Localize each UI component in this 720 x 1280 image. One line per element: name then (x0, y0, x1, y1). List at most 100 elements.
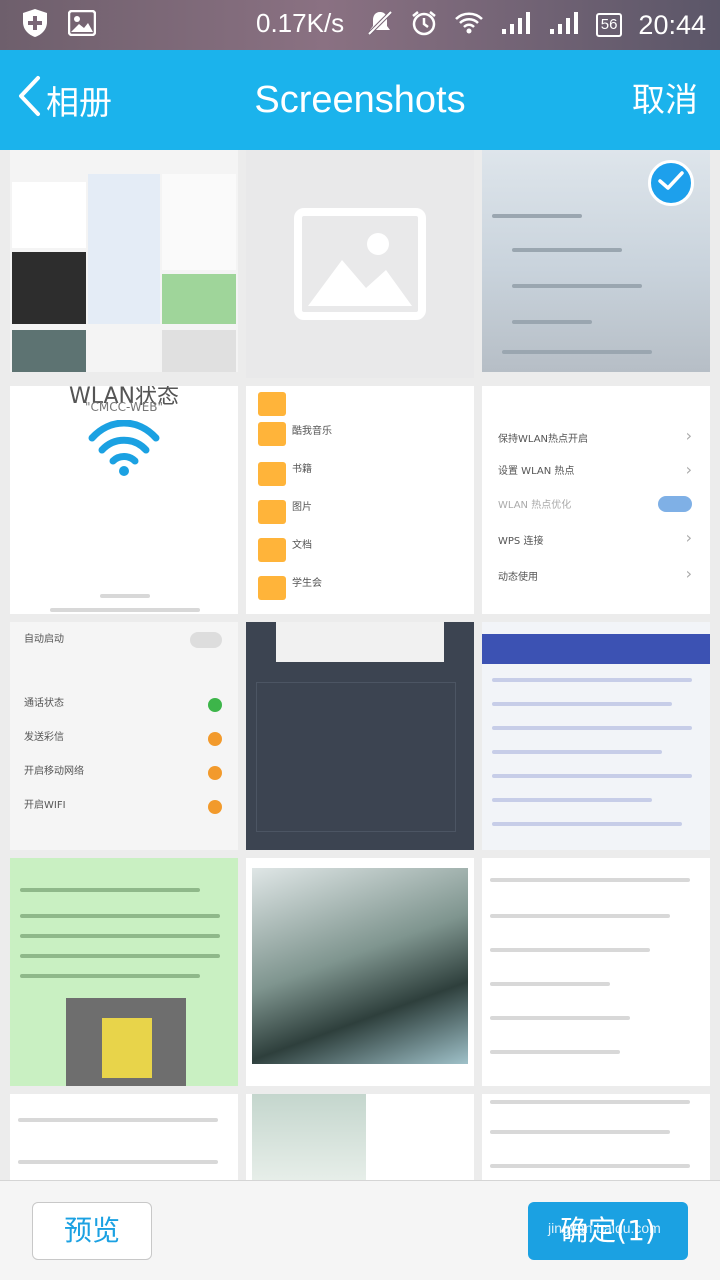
folder-name: 学生会 (292, 578, 322, 589)
folder-icon (258, 462, 286, 486)
cancel-button[interactable]: 取消 (632, 50, 698, 150)
thumb-content (20, 954, 220, 958)
gallery-icon (67, 9, 97, 40)
thumbnail[interactable] (10, 1094, 238, 1180)
signal-icon-2 (548, 11, 580, 39)
thumbnail[interactable] (246, 622, 474, 850)
status-dot (208, 800, 222, 814)
thumbnail-placeholder[interactable] (246, 150, 474, 378)
thumb-content (512, 284, 642, 288)
selected-check-badge[interactable] (648, 160, 694, 206)
wifi-icon (454, 11, 484, 39)
chevron-left-icon (16, 75, 42, 125)
thumb-content (492, 726, 692, 730)
status-dot (208, 766, 222, 780)
thumb-content (50, 608, 200, 612)
folder-icon (258, 422, 286, 446)
shield-plus-icon (22, 8, 48, 42)
thumb-content (20, 888, 200, 892)
title-bar: 相册 Screenshots 取消 (0, 50, 720, 150)
thumb-content (490, 1050, 620, 1054)
thumb-content (492, 798, 652, 802)
photo-grid: WLAN状态 "CMCC-WEB" 酷我音乐 书籍 图片 文档 学生会 保持WL… (0, 150, 720, 1180)
thumb-content (102, 1018, 152, 1078)
setting-row-label: 开启WIFI (24, 800, 66, 811)
thumb-content (88, 174, 160, 324)
thumb-content (490, 878, 690, 882)
thumbnail-selected[interactable] (482, 150, 710, 372)
thumbnail[interactable] (482, 622, 710, 850)
thumb-content (256, 682, 456, 832)
setting-row-label: 动态使用 (498, 572, 538, 583)
thumb-content (482, 634, 710, 664)
thumb-content (492, 214, 582, 218)
thumbnail[interactable]: 酷我音乐 书籍 图片 文档 学生会 (246, 386, 474, 614)
image-placeholder-icon (294, 208, 426, 324)
thumb-content (490, 1100, 690, 1104)
thumb-content (20, 914, 220, 918)
chevron-right-icon: › (685, 528, 692, 547)
chevron-right-icon: › (685, 564, 692, 583)
thumb-content (492, 774, 692, 778)
thumb-content (162, 174, 236, 270)
net-speed: 0.17K/s (256, 8, 345, 38)
status-bar: 0.17K/s 56 20:44 (0, 0, 720, 50)
check-icon (658, 171, 684, 195)
folder-name: 书籍 (292, 464, 312, 475)
alarm-icon (410, 9, 438, 41)
setting-row-label: 设置 WLAN 热点 (498, 466, 575, 477)
setting-row-label: 自动启动 (24, 634, 64, 645)
thumb-content (162, 274, 236, 324)
thumb-content (18, 1160, 218, 1164)
thumb-content (276, 622, 444, 662)
back-to-album-button[interactable]: 相册 (16, 50, 112, 150)
thumb-content (20, 974, 200, 978)
thumb-content (492, 702, 672, 706)
mute-notification-icon (366, 9, 394, 41)
thumb-wlan-ssid: "CMCC-WEB" (84, 400, 164, 414)
status-dot (208, 732, 222, 746)
setting-row-label: 通话状态 (24, 698, 64, 709)
thumb-content (12, 252, 86, 324)
thumb-content (20, 934, 220, 938)
thumbnail[interactable] (246, 858, 474, 1086)
setting-row-label: 开启移动网络 (24, 766, 84, 777)
back-label: 相册 (46, 83, 112, 122)
setting-row-label: 保持WLAN热点开启 (498, 434, 589, 445)
preview-button[interactable]: 预览 (32, 1202, 152, 1260)
thumb-content (162, 330, 236, 372)
chevron-right-icon: › (685, 426, 692, 445)
thumb-content (18, 1118, 218, 1122)
thumb-content (490, 1164, 690, 1168)
thumbnail[interactable]: 保持WLAN热点开启 › 设置 WLAN 热点 › WLAN 热点优化 WPS … (482, 386, 710, 614)
battery-level: 56 (595, 13, 623, 37)
thumb-content (492, 750, 662, 754)
thumb-content (490, 948, 650, 952)
thumbnail[interactable] (10, 858, 238, 1086)
setting-row-label: 发送彩信 (24, 732, 64, 743)
thumbnail[interactable]: WLAN状态 "CMCC-WEB" (10, 386, 238, 614)
thumbnail[interactable] (482, 1094, 710, 1180)
folder-name: 图片 (292, 502, 312, 513)
clock: 20:44 (638, 9, 706, 40)
toggle-switch (658, 496, 692, 512)
watermark-text: jingyan.baidu.com (548, 1220, 661, 1236)
wifi-icon (88, 419, 160, 480)
thumb-content (492, 678, 692, 682)
thumbnail[interactable]: 自动启动 通话状态 发送彩信 开启移动网络 开启WIFI (10, 622, 238, 850)
thumb-content (512, 248, 622, 252)
thumbnail[interactable] (482, 858, 710, 1086)
setting-row-label: WPS 连接 (498, 536, 544, 547)
thumbnail[interactable] (246, 1094, 474, 1180)
thumb-content (492, 822, 682, 826)
thumb-content (252, 868, 468, 1064)
thumb-content (490, 1130, 670, 1134)
status-dot (208, 698, 222, 712)
thumb-content (502, 350, 652, 354)
thumb-content (252, 1094, 366, 1180)
signal-icon (500, 11, 532, 39)
chevron-right-icon: › (685, 460, 692, 479)
thumbnail[interactable] (10, 150, 238, 372)
thumb-content (100, 594, 150, 598)
thumb-content (12, 330, 86, 372)
